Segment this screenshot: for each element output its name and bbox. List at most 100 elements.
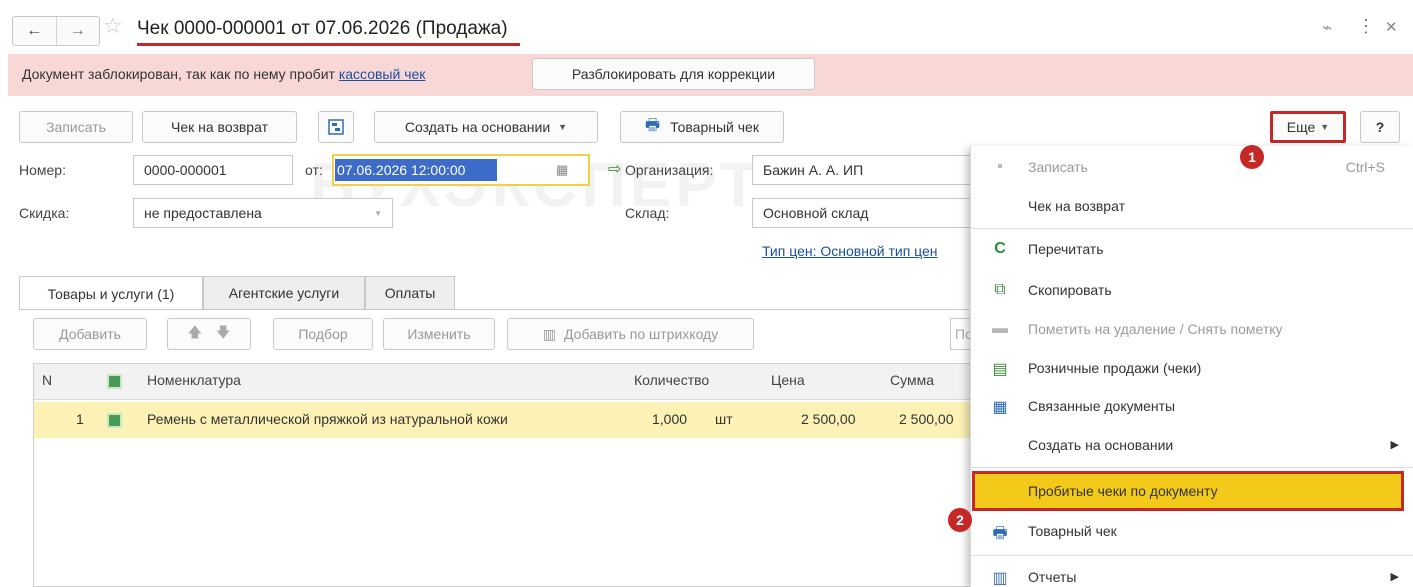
menu-item-reports[interactable]: ▥ Отчеты ▶: [970, 558, 1413, 587]
tab-goods-services[interactable]: Товары и услуги (1): [19, 276, 203, 310]
cash-receipt-link[interactable]: кассовый чек: [339, 66, 426, 82]
column-header-sum[interactable]: Сумма: [890, 372, 934, 388]
menu-item-label: Товарный чек: [1028, 523, 1117, 539]
forward-arrow-icon[interactable]: →: [57, 17, 100, 45]
chevron-down-icon[interactable]: ▼: [374, 209, 382, 218]
number-label: Номер:: [19, 162, 66, 178]
menu-item-label: Создать на основании: [1028, 437, 1174, 453]
menu-item-save[interactable]: ▪ Записать Ctrl+S: [970, 148, 1413, 187]
submenu-arrow-icon: ▶: [1390, 439, 1399, 451]
unlock-button[interactable]: Разблокировать для коррекции: [532, 58, 815, 90]
menu-item-create-based-on[interactable]: Создать на основании ▶: [970, 426, 1413, 465]
edit-button[interactable]: Изменить: [383, 318, 495, 350]
menu-item-label: Отчеты: [1028, 569, 1077, 585]
retail-sales-icon: ▤: [992, 361, 1008, 378]
tab-divider: [19, 309, 969, 310]
step-badge-2: 2: [948, 508, 972, 532]
menu-item-label: Розничные продажи (чеки): [1028, 360, 1202, 376]
copy-icon: ⧉: [994, 281, 1006, 298]
menu-item-label: Скопировать: [1028, 282, 1112, 298]
banner-message: Документ заблокирован, так как по нему п…: [22, 66, 425, 82]
column-header-n[interactable]: N: [42, 372, 52, 388]
page-title: Чек 0000-000001 от 07.06.2026 (Продажа): [137, 18, 508, 39]
close-icon[interactable]: ✕: [1385, 18, 1398, 36]
delete-mark-icon: ▬: [992, 320, 1008, 337]
column-header-nomenclature[interactable]: Номенклатура: [147, 372, 241, 388]
chevron-down-icon: ▼: [558, 122, 568, 132]
menu-item-linked-documents[interactable]: ▦ Связанные документы: [970, 387, 1413, 426]
move-buttons: 🡅 🡇: [167, 318, 251, 350]
linked-docs-icon: ▦: [992, 399, 1008, 416]
link-icon[interactable]: ⌁: [1322, 18, 1332, 38]
menu-divider: [970, 555, 1413, 556]
menu-item-label: Пробитые чеки по документу: [1028, 483, 1218, 499]
chevron-down-icon: ▼: [1320, 122, 1330, 132]
title-underline: [137, 43, 520, 46]
menu-item-copy[interactable]: ⧉ Скопировать: [970, 271, 1413, 310]
save-icon: ▪: [997, 158, 1003, 175]
structure-button[interactable]: [318, 111, 354, 143]
document-structure-icon: [328, 119, 344, 135]
return-receipt-button[interactable]: Чек на возврат: [142, 111, 297, 143]
add-by-barcode-button[interactable]: ▥ Добавить по штрихкоду: [507, 318, 754, 350]
open-document-icon[interactable]: ⇨: [608, 159, 621, 179]
more-label: Еще: [1286, 119, 1316, 135]
calendar-icon[interactable]: ▦: [556, 162, 568, 178]
create-based-on-label: Создать на основании: [404, 119, 551, 135]
printer-icon: 🖶: [992, 525, 1008, 542]
favorite-star-icon[interactable]: ☆: [103, 13, 123, 39]
organization-field[interactable]: Бажин А. А. ИП: [752, 155, 972, 185]
organization-label: Организация:: [625, 162, 714, 178]
barcode-icon: ▥: [542, 325, 557, 342]
menu-item-label: Перечитать: [1028, 241, 1104, 257]
menu-item-label: Связанные документы: [1028, 398, 1176, 414]
menu-divider: [970, 467, 1413, 468]
banner-text: Документ заблокирован, так как по нему п…: [22, 66, 339, 82]
menu-item-goods-receipt[interactable]: 🖶 Товарный чек: [970, 512, 1413, 551]
save-button[interactable]: Записать: [19, 111, 133, 143]
date-label: от:: [305, 162, 323, 178]
more-button[interactable]: Еще ▼: [1270, 111, 1346, 143]
pick-button[interactable]: Подбор: [273, 318, 373, 350]
menu-item-return-receipt[interactable]: Чек на возврат: [970, 187, 1413, 226]
discount-label: Скидка:: [19, 205, 70, 221]
help-button[interactable]: ?: [1360, 111, 1400, 143]
menu-divider: [970, 228, 1413, 229]
printer-icon: 🖶: [645, 116, 661, 134]
menu-item-label: Пометить на удаление / Снять пометку: [1028, 321, 1283, 337]
row-unit: шт: [715, 411, 733, 427]
menu-item-label: Чек на возврат: [1028, 198, 1125, 214]
shortcut-text: Ctrl+S: [1345, 159, 1385, 175]
discount-field[interactable]: не предоставлена ▼: [133, 198, 393, 228]
column-header-price[interactable]: Цена: [771, 372, 805, 388]
tab-payments[interactable]: Оплаты: [365, 276, 455, 309]
menu-item-reread[interactable]: C Перечитать: [970, 230, 1413, 269]
arrow-down-icon[interactable]: 🡇: [216, 322, 230, 346]
menu-item-mark-deletion[interactable]: ▬ Пометить на удаление / Снять пометку: [970, 310, 1413, 349]
more-options-icon[interactable]: ⋮: [1357, 16, 1375, 37]
refresh-icon: C: [994, 240, 1006, 257]
goods-receipt-button[interactable]: 🖶 Товарный чек: [620, 111, 784, 143]
warehouse-label: Склад:: [625, 205, 670, 221]
back-arrow-icon[interactable]: ←: [13, 17, 57, 45]
menu-item-retail-sales[interactable]: ▤ Розничные продажи (чеки): [970, 349, 1413, 388]
row-number: 1: [76, 411, 84, 427]
add-button[interactable]: Добавить: [33, 318, 147, 350]
tab-agent-services[interactable]: Агентские услуги: [203, 276, 365, 309]
row-name: Ремень с металлической пряжкой из натура…: [147, 411, 508, 427]
menu-item-printed-receipts[interactable]: Пробитые чеки по документу: [970, 472, 1413, 511]
warehouse-field[interactable]: Основной склад: [752, 198, 972, 228]
price-type-link[interactable]: Тип цен: Основной тип цен: [762, 243, 970, 259]
date-value[interactable]: 07.06.2026 12:00:00: [335, 159, 497, 181]
number-field[interactable]: 0000-000001: [133, 155, 293, 185]
submenu-arrow-icon: ▶: [1390, 571, 1399, 583]
add-by-barcode-label: Добавить по штрихкоду: [564, 326, 719, 342]
arrow-up-icon[interactable]: 🡅: [188, 322, 202, 346]
row-sum: 2 500,00: [899, 411, 954, 427]
create-based-on-button[interactable]: Создать на основании ▼: [374, 111, 598, 143]
column-header-quantity[interactable]: Количество: [634, 372, 709, 388]
step-badge-1: 1: [1240, 145, 1264, 169]
menu-item-label: Записать: [1028, 159, 1088, 175]
row-quantity: 1,000: [652, 411, 688, 427]
discount-value: не предоставлена: [144, 205, 262, 221]
